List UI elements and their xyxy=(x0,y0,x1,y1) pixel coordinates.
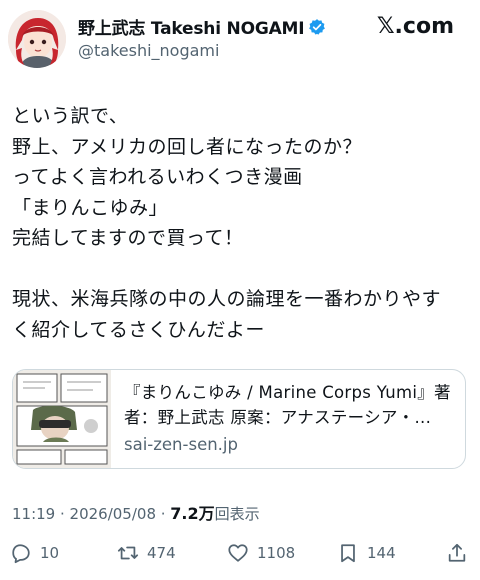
link-preview-thumbnail xyxy=(13,370,111,468)
tweet-line: 完結してますので買って！ xyxy=(12,227,244,249)
bookmark-count: 144 xyxy=(367,544,396,562)
bookmark-icon xyxy=(341,544,355,563)
tweet-line: 野上、アメリカの回し者になったのか？ xyxy=(12,135,363,158)
tweet-header: 野上武志 Takeshi NOGAMI @takeshi_nogami 𝕏.co… xyxy=(0,0,480,80)
tweet-line: 「まりんこゆみ」 xyxy=(12,196,169,219)
view-count-label: 回表示 xyxy=(214,505,260,523)
link-preview-title-line: 者：野上武志 原案：アナステーシア・... xyxy=(124,408,432,427)
tweet-body: という訳で、 野上、アメリカの回し者になったのか？ ってよく言われるいわくつき漫… xyxy=(12,101,468,345)
reply-count: 10 xyxy=(40,544,60,562)
reply-icon xyxy=(12,544,30,564)
retweet-count: 474 xyxy=(147,544,176,562)
tweet-line-blank xyxy=(12,254,468,285)
bookmark-button[interactable]: 144 xyxy=(337,535,396,571)
view-count: 7.2万 xyxy=(170,504,215,523)
retweet-button[interactable]: 474 xyxy=(117,535,176,571)
author-name-row[interactable]: 野上武志 Takeshi NOGAMI xyxy=(78,14,326,39)
x-logo: 𝕏.com xyxy=(376,14,454,39)
tweet-line: という訳で、 xyxy=(12,105,129,127)
tweet-meta: 11:19 · 2026/05/08 · 7.2万回表示 xyxy=(12,500,260,524)
link-preview-title-line: 『まりんこゆみ / Marine Corps Yumi』著 xyxy=(124,383,451,402)
verified-badge-icon xyxy=(309,18,326,35)
like-button[interactable]: 1108 xyxy=(227,535,295,571)
retweet-icon xyxy=(117,546,139,560)
tweet-line: 現状、米海兵隊の中の人の論理を一番わかりやす xyxy=(12,288,442,310)
tweet-line: ってよく言われるいわくつき漫画 xyxy=(12,166,303,188)
share-button[interactable] xyxy=(446,535,468,571)
avatar[interactable] xyxy=(8,10,66,68)
link-preview-card[interactable]: 『まりんこゆみ / Marine Corps Yumi』著 者：野上武志 原案：… xyxy=(12,369,466,469)
action-bar: 10 474 1108 144 xyxy=(0,535,480,571)
author-display-name[interactable]: 野上武志 Takeshi NOGAMI xyxy=(78,14,305,39)
heart-icon xyxy=(228,544,248,562)
reply-button[interactable]: 10 xyxy=(10,535,59,571)
tweet-line: く紹介してるさくひんだよー xyxy=(12,318,265,341)
like-count: 1108 xyxy=(257,544,296,562)
link-preview-title[interactable]: 『まりんこゆみ / Marine Corps Yumi』著 者：野上武志 原案：… xyxy=(124,380,460,430)
tweet-timestamp[interactable]: 11:19 · 2026/05/08 · xyxy=(12,505,170,523)
share-icon xyxy=(448,543,466,562)
author-handle[interactable]: @takeshi_nogami xyxy=(78,41,219,60)
link-preview-domain: sai-zen-sen.jp xyxy=(124,435,238,454)
